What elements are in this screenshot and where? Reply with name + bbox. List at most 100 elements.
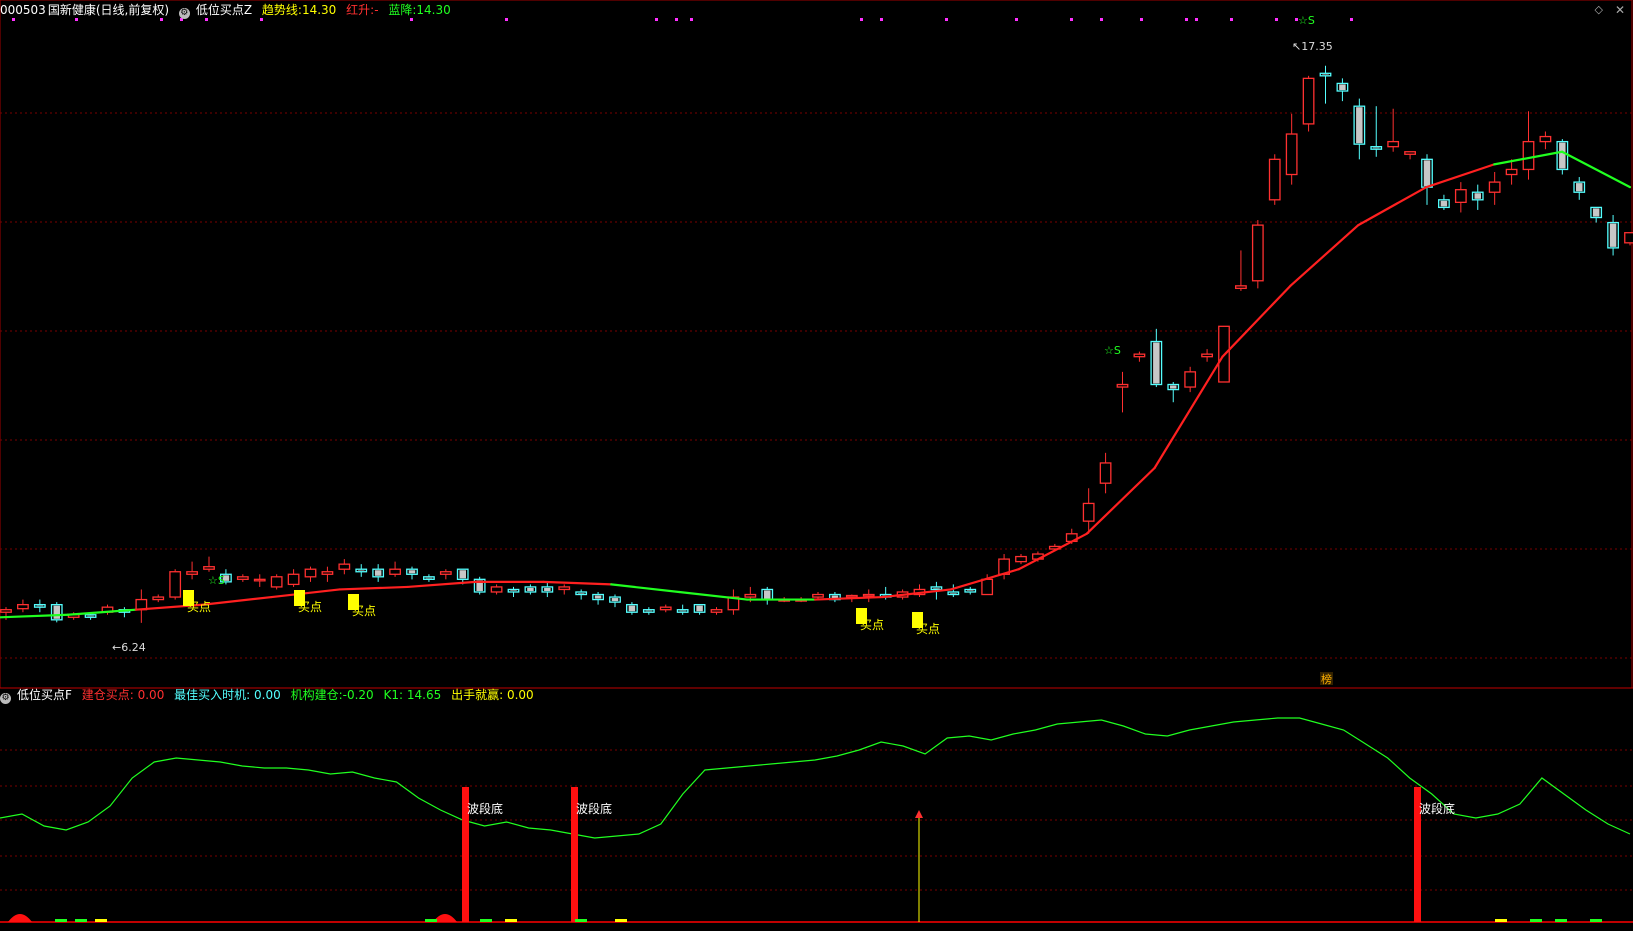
candle-body <box>558 586 571 591</box>
candle-body-fill <box>1559 142 1566 169</box>
magenta-marker <box>945 18 948 21</box>
trend-line-segment <box>678 590 749 601</box>
candle-body-fill <box>764 590 771 599</box>
candle-body <box>1454 189 1467 203</box>
sub-header: ⚙ 低位买点F 建仓买点: 0.00 最佳买入时机: 0.00 机构建仓:-0.2… <box>0 688 540 704</box>
candle-body <box>1099 462 1112 484</box>
candle-body <box>1251 224 1264 282</box>
candle-body-fill <box>594 595 602 599</box>
bottom-signal-marker <box>75 919 87 922</box>
candle-body <box>253 578 266 582</box>
candle-body-fill <box>950 592 957 594</box>
bottom-signal-marker <box>425 919 437 922</box>
magenta-marker <box>1350 18 1353 21</box>
candle-body <box>287 573 300 586</box>
candle-body <box>321 571 334 575</box>
wave-bottom-label: 波段底 <box>576 801 612 816</box>
close-icon[interactable]: ✕ <box>1615 3 1625 17</box>
main-panel-border <box>0 0 1633 689</box>
candle-body <box>270 576 283 588</box>
candle-body-fill <box>1440 200 1448 207</box>
trend-line-segment <box>406 580 477 589</box>
candle-body <box>0 609 12 613</box>
candle-body <box>1522 140 1535 171</box>
magenta-marker <box>675 18 678 21</box>
candle-body <box>490 586 503 593</box>
k1-label: K1: 14.65 <box>383 688 442 702</box>
magenta-marker <box>1070 18 1073 21</box>
diamond-icon[interactable]: ◇ <box>1595 3 1603 16</box>
candle-body <box>1268 158 1281 201</box>
candle-body-fill <box>611 598 619 602</box>
candle-body-fill <box>1423 160 1431 187</box>
stock-code: 000503 <box>0 3 46 17</box>
bottom-signal-marker <box>480 919 492 922</box>
sub-settings-gear-icon[interactable]: ⚙ <box>0 693 11 704</box>
candle-body-fill <box>459 570 466 579</box>
bottom-signal-marker <box>95 919 107 922</box>
candle-body <box>304 568 317 578</box>
candle-body-fill <box>510 590 517 591</box>
candle-body <box>1201 353 1213 358</box>
candle-body-fill <box>1609 223 1617 247</box>
trend-line-segment <box>1017 532 1088 571</box>
settings-gear-icon[interactable]: ⚙ <box>178 8 190 19</box>
trend-line-segment <box>1560 150 1632 189</box>
trend-line-segment <box>270 588 341 599</box>
main-indicator-name[interactable]: 低位买点Z <box>196 3 252 17</box>
magenta-marker <box>1230 18 1233 21</box>
candle-body <box>1116 383 1129 388</box>
star-s-label: ☆S <box>1298 14 1315 27</box>
red-arrow-head <box>915 810 923 818</box>
bottom-signal-marker <box>55 919 67 922</box>
candle-body <box>1624 232 1633 244</box>
magenta-marker <box>505 18 508 21</box>
candle-body-fill <box>53 605 60 619</box>
candle-body <box>17 603 29 610</box>
jigou-label: 机构建仓:-0.20 <box>290 688 374 702</box>
candle-body <box>812 593 824 598</box>
period-label: (日线,前复权) <box>95 3 170 17</box>
candle-body <box>203 566 215 570</box>
candle-body-fill <box>933 587 940 589</box>
candle-body-fill <box>645 610 653 612</box>
candle-body <box>845 594 858 598</box>
candle-body-fill <box>1339 84 1346 91</box>
bottom-signal-marker <box>1555 919 1567 922</box>
candle-body-fill <box>1474 193 1481 199</box>
candle-body <box>338 563 351 570</box>
magenta-marker <box>1185 18 1188 21</box>
candle-body <box>1133 353 1146 358</box>
red-hump-marker <box>8 914 32 922</box>
candle-body <box>1488 181 1501 193</box>
candle-body <box>659 606 672 611</box>
candle-body-fill <box>374 570 382 576</box>
bottom-signal-marker <box>615 919 627 922</box>
magenta-marker <box>655 18 658 21</box>
trend-line-segment <box>1357 186 1428 227</box>
blue-fall-label: 蓝降:14.30 <box>388 3 451 17</box>
candle-body <box>1404 151 1416 155</box>
star-s-label: ☆S <box>1104 344 1121 357</box>
trend-line-segment <box>338 585 409 591</box>
candle-body <box>1539 135 1552 143</box>
candle-body <box>981 578 994 596</box>
candle-body-fill <box>1322 74 1329 75</box>
candle-body <box>1285 133 1298 176</box>
trend-line-segment <box>813 595 885 601</box>
candle-body <box>439 571 452 575</box>
buy-point-label: 买点 <box>916 622 940 636</box>
magenta-marker <box>1140 18 1143 21</box>
bottom-signal-marker <box>575 919 587 922</box>
candle-body <box>169 571 182 598</box>
high-price-label: ↖17.35 <box>1292 40 1333 53</box>
trend-line-segment <box>1425 163 1496 189</box>
candle-body-fill <box>1170 385 1177 389</box>
best-time-label: 最佳买入时机: 0.00 <box>174 688 281 702</box>
magenta-marker <box>1195 18 1198 21</box>
candle-body-fill <box>577 592 585 594</box>
trend-line-segment <box>542 580 613 586</box>
main-header: 000503 国新健康(日线,前复权) ⚙ 低位买点Z 趋势线:14.30 红升:-… <box>0 3 457 19</box>
sub-indicator-name[interactable]: 低位买点F <box>17 688 72 702</box>
candle-body <box>744 593 757 598</box>
